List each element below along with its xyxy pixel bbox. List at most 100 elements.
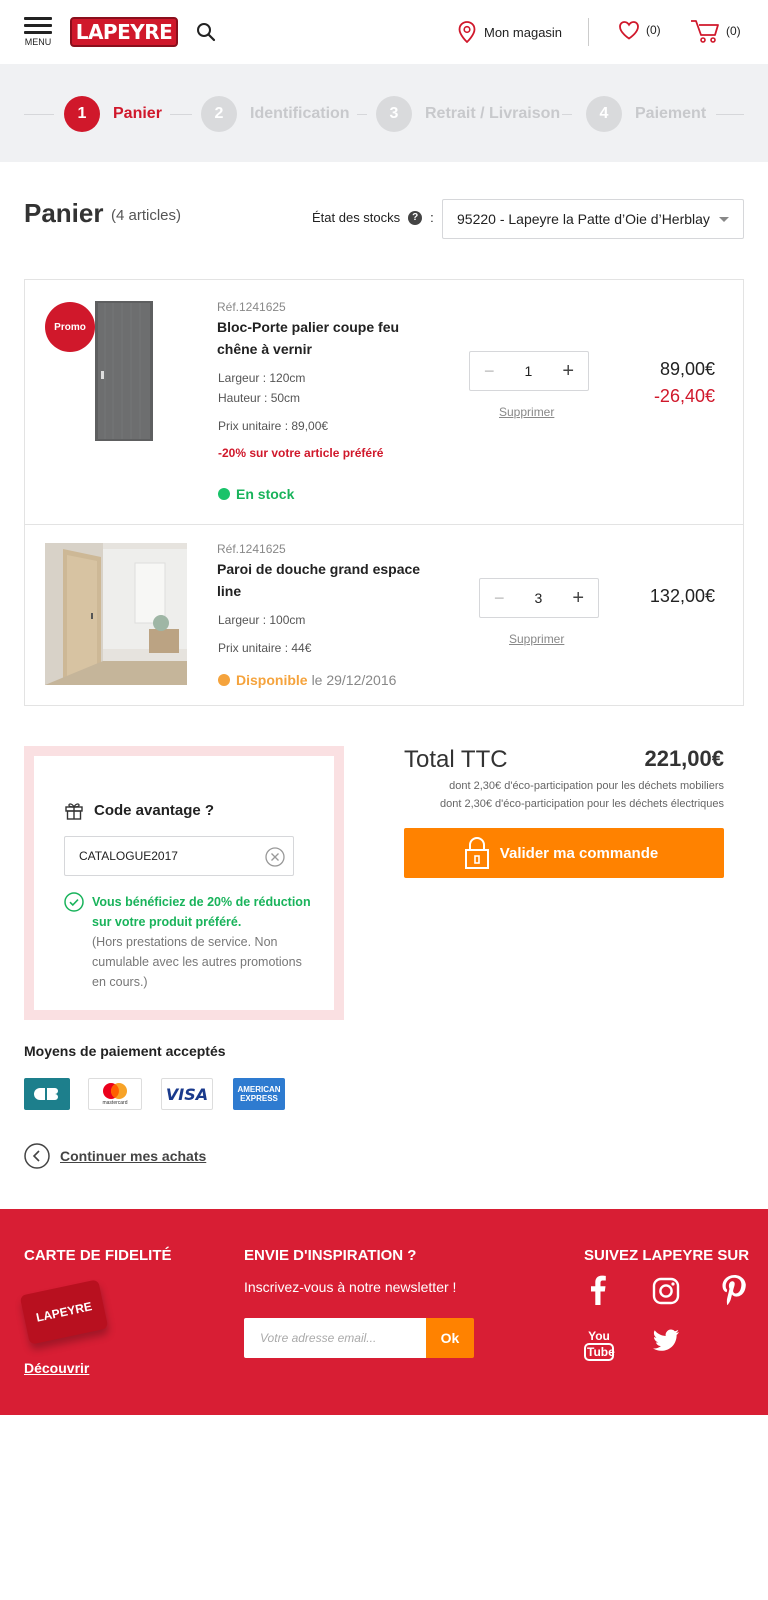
item-price: 132,00€ bbox=[649, 586, 715, 606]
favorites-button[interactable]: (0) bbox=[618, 20, 661, 40]
quantity-value[interactable]: 3 bbox=[535, 590, 543, 606]
help-icon[interactable]: ? bbox=[408, 210, 423, 225]
lock-icon bbox=[465, 837, 489, 869]
promo-code-input[interactable]: CATALOGUE2017 bbox=[64, 836, 294, 876]
store-select[interactable]: 95220 - Lapeyre la Patte d’Oie d’Herblay bbox=[442, 199, 744, 239]
cart-item: Réf.1241625 Paroi de douche grand espace… bbox=[25, 525, 743, 705]
item-discount: -26,40€ bbox=[653, 386, 715, 406]
promo-success-note: (Hors prestations de service. Non cumula… bbox=[92, 935, 302, 989]
step-panier: 1 Panier bbox=[64, 96, 162, 132]
menu-label: MENU bbox=[24, 37, 52, 47]
promo-code-box: Code avantage ? CATALOGUE2017 Vous bénéf… bbox=[34, 756, 334, 1010]
promo-code-panel: Code avantage ? CATALOGUE2017 Vous bénéf… bbox=[24, 746, 344, 1020]
checkout-stepper: 1 Panier 2 Identification 3 Retrait / Li… bbox=[0, 64, 768, 162]
footer: CARTE DE FIDELITÉ LAPEYRE Découvrir ENVI… bbox=[0, 1209, 768, 1415]
eco-participation-furniture: dont 2,30€ d'éco-participation pour les … bbox=[449, 780, 724, 792]
step-connector bbox=[170, 114, 192, 115]
lapeyre-logo[interactable]: LAPEYRE bbox=[70, 17, 178, 47]
product-ref: Réf.1241625 bbox=[217, 300, 286, 314]
quantity-stepper: − 3 + bbox=[479, 578, 599, 618]
plus-icon[interactable]: + bbox=[562, 360, 574, 383]
gift-icon bbox=[65, 803, 83, 820]
step-number: 4 bbox=[586, 96, 622, 132]
remove-link[interactable]: Supprimer bbox=[499, 405, 554, 419]
promo-badge: Promo bbox=[45, 302, 95, 352]
chevron-down-icon bbox=[719, 217, 729, 222]
twitter-icon[interactable] bbox=[652, 1329, 680, 1353]
hamburger-bar bbox=[24, 24, 52, 27]
item-price: 89,00€ bbox=[659, 359, 715, 379]
cb-card-icon bbox=[24, 1078, 70, 1110]
discover-link[interactable]: Découvrir bbox=[24, 1360, 89, 1376]
youtube-line1: You bbox=[588, 1329, 610, 1343]
promo-note: -20% sur votre article préféré bbox=[218, 446, 384, 460]
cart-item: Promo Réf.1241625 Bloc-Porte palier coup… bbox=[25, 280, 743, 525]
minus-icon[interactable]: − bbox=[484, 361, 495, 382]
step-paiement: 4 Paiement bbox=[586, 96, 706, 132]
product-ref: Réf.1241625 bbox=[217, 542, 286, 556]
step-label: Paiement bbox=[635, 105, 707, 122]
youtube-line2: Tube bbox=[584, 1343, 615, 1361]
product-height: Hauteur : 50cm bbox=[218, 391, 301, 405]
page-title: Panier bbox=[24, 198, 104, 228]
mastercard-icon: mastercard bbox=[88, 1078, 142, 1110]
store-link[interactable]: Mon magasin bbox=[458, 20, 562, 44]
promo-code-title-text: Code avantage ? bbox=[94, 801, 215, 819]
newsletter-submit-button[interactable]: Ok bbox=[426, 1318, 474, 1358]
availability: Disponible le 29/12/2016 bbox=[218, 672, 396, 688]
availability: En stock bbox=[218, 486, 294, 502]
step-retrait-livraison: 3 Retrait / Livraison bbox=[376, 96, 560, 132]
step-connector bbox=[24, 114, 54, 115]
promo-success-message: Vous bénéficiez de 20% de réduction sur … bbox=[92, 895, 311, 929]
clear-icon[interactable] bbox=[265, 847, 285, 867]
visa-icon: VISA bbox=[161, 1078, 213, 1110]
continue-shopping-link[interactable]: Continuer mes achats bbox=[24, 1143, 206, 1169]
loyalty-title: CARTE DE FIDELITÉ bbox=[24, 1247, 172, 1264]
article-count: (4 articles) bbox=[111, 207, 182, 224]
total-value: 221,00€ bbox=[644, 746, 724, 771]
quantity-stepper: − 1 + bbox=[469, 351, 589, 391]
minus-icon[interactable]: − bbox=[494, 588, 505, 609]
search-icon[interactable] bbox=[196, 22, 216, 42]
availability-date: le 29/12/2016 bbox=[311, 672, 397, 688]
check-circle-icon bbox=[64, 892, 84, 912]
product-width: Largeur : 120cm bbox=[218, 371, 306, 385]
youtube-icon[interactable]: You Tube bbox=[584, 1329, 615, 1361]
promo-code-title: Code avantage ? bbox=[64, 800, 214, 820]
newsletter-email-input[interactable]: Votre adresse email... bbox=[244, 1318, 426, 1358]
cart-list: Promo Réf.1241625 Bloc-Porte palier coup… bbox=[24, 279, 744, 706]
step-label: Retrait / Livraison bbox=[425, 105, 561, 122]
menu-button[interactable]: MENU bbox=[24, 17, 52, 47]
door-product-image[interactable] bbox=[95, 301, 153, 441]
payment-methods-title: Moyens de paiement acceptés bbox=[24, 1043, 226, 1059]
loyalty-card-image: LAPEYRE bbox=[19, 1279, 109, 1345]
product-name[interactable]: Bloc-Porte palier coupe feu chêne à vern… bbox=[217, 316, 437, 360]
availability-label: Disponible bbox=[236, 672, 308, 688]
step-connector bbox=[562, 114, 572, 115]
product-width: Largeur : 100cm bbox=[218, 613, 306, 627]
step-connector bbox=[716, 114, 744, 115]
validate-order-label: Valider ma commande bbox=[499, 844, 659, 862]
stock-label-text: État des stocks bbox=[312, 210, 401, 225]
quantity-value[interactable]: 1 bbox=[525, 363, 533, 379]
favorites-count: (0) bbox=[646, 23, 661, 37]
header: MENU LAPEYRE Mon magasin (0) (0) bbox=[0, 0, 768, 64]
product-name[interactable]: Paroi de douche grand espace line bbox=[217, 558, 437, 602]
shower-room-product-image[interactable] bbox=[45, 543, 187, 685]
store-label: Mon magasin bbox=[484, 24, 563, 40]
plus-icon[interactable]: + bbox=[572, 587, 584, 610]
facebook-icon[interactable] bbox=[590, 1275, 606, 1305]
availability-label: En stock bbox=[236, 486, 295, 502]
validate-order-button[interactable]: Valider ma commande bbox=[404, 828, 724, 878]
remove-link[interactable]: Supprimer bbox=[509, 632, 564, 646]
amex-icon: AMERICAN EXPRESS bbox=[233, 1078, 285, 1110]
location-pin-icon bbox=[458, 21, 476, 43]
pinterest-icon[interactable] bbox=[722, 1275, 746, 1305]
step-label: Panier bbox=[113, 105, 162, 122]
total-label: Total TTC bbox=[404, 746, 508, 773]
instagram-icon[interactable] bbox=[652, 1277, 680, 1305]
step-label: Identification bbox=[250, 105, 350, 122]
unit-price: Prix unitaire : 44€ bbox=[218, 641, 312, 655]
cart-button[interactable]: (0) bbox=[690, 18, 741, 44]
step-connector bbox=[357, 114, 367, 115]
